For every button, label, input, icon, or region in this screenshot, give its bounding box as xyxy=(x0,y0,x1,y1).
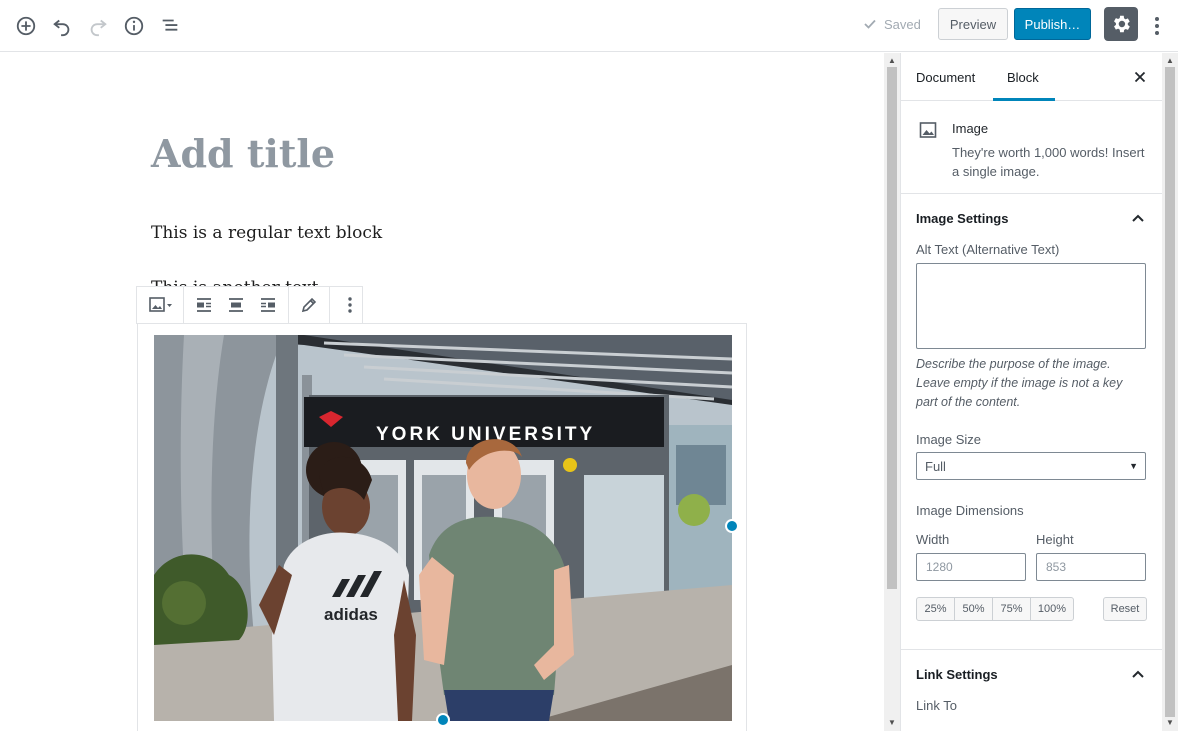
align-center-button[interactable] xyxy=(220,287,252,323)
scale-25-button[interactable]: 25% xyxy=(917,598,955,620)
scroll-up-icon[interactable]: ▲ xyxy=(1166,56,1174,65)
image-icon xyxy=(149,297,172,312)
editor-canvas[interactable]: Add title This is a regular text block T… xyxy=(0,53,884,731)
tab-block[interactable]: Block xyxy=(993,53,1055,101)
block-toolbar xyxy=(136,286,363,324)
undo-icon[interactable] xyxy=(48,12,76,40)
block-card: Image They're worth 1,000 words! Insert … xyxy=(901,101,1162,194)
align-left-button[interactable] xyxy=(188,287,220,323)
preview-button[interactable]: Preview xyxy=(938,8,1008,40)
image-dimensions-label: Image Dimensions xyxy=(916,503,1024,518)
sidebar-tabs: Document Block xyxy=(901,53,1162,101)
info-icon[interactable] xyxy=(120,12,148,40)
height-input[interactable]: 853 xyxy=(1036,553,1146,581)
scroll-up-icon[interactable]: ▲ xyxy=(888,56,896,65)
image-settings-heading: Image Settings xyxy=(916,210,1009,226)
scale-75-button[interactable]: 75% xyxy=(993,598,1031,620)
image-size-label: Image Size xyxy=(916,432,982,447)
pencil-icon xyxy=(301,297,317,313)
align-right-icon xyxy=(261,298,275,312)
more-options-button[interactable] xyxy=(1146,12,1168,40)
scale-50-button[interactable]: 50% xyxy=(955,598,993,620)
width-input[interactable]: 1280 xyxy=(916,553,1026,581)
post-title-input[interactable]: Add title xyxy=(151,131,335,176)
shirt-text: adidas xyxy=(324,605,378,624)
close-icon xyxy=(1134,71,1146,83)
block-card-description: They're worth 1,000 words! Insert a sing… xyxy=(952,145,1145,179)
editor-header: Saved Preview Publish… xyxy=(0,0,1178,52)
image-size-select[interactable]: Full ▼ xyxy=(916,452,1146,480)
reset-dimensions-button[interactable]: Reset xyxy=(1103,597,1147,621)
image-settings-toggle[interactable]: Image Settings xyxy=(901,194,1162,242)
tab-document[interactable]: Document xyxy=(916,53,975,101)
chevron-up-icon xyxy=(1132,670,1144,678)
edit-image-button[interactable] xyxy=(293,287,325,323)
image-settings-panel: Alt Text (Alternative Text) Describe the… xyxy=(901,242,1162,621)
height-label: Height xyxy=(1036,532,1074,547)
link-settings-heading: Link Settings xyxy=(916,666,998,682)
image-photo[interactable]: YORK UNIVERSITY adidas xyxy=(154,335,732,721)
block-card-title: Image xyxy=(952,121,989,136)
scroll-down-icon[interactable]: ▼ xyxy=(1166,718,1174,727)
scale-buttons-row: 25% 50% 75% 100% Reset xyxy=(916,597,1147,621)
sidebar-scroll-thumb[interactable] xyxy=(1165,67,1175,717)
align-right-button[interactable] xyxy=(252,287,284,323)
dropdown-arrow-icon: ▼ xyxy=(1129,461,1138,471)
saved-label: Saved xyxy=(884,16,921,32)
more-vertical-icon xyxy=(348,297,352,313)
settings-sidebar: Document Block Image They're worth 1,000… xyxy=(900,53,1162,731)
redo-icon[interactable] xyxy=(84,12,112,40)
alt-text-input[interactable] xyxy=(916,263,1146,349)
scale-100-button[interactable]: 100% xyxy=(1031,598,1073,620)
publish-button[interactable]: Publish… xyxy=(1014,8,1091,40)
link-settings-toggle[interactable]: Link Settings xyxy=(901,650,1162,698)
check-icon xyxy=(864,19,876,29)
resize-handle-bottom[interactable] xyxy=(436,713,450,727)
editor-scrollbar[interactable]: ▲ ▼ xyxy=(884,53,900,731)
resize-handle-right[interactable] xyxy=(725,519,739,533)
outline-icon[interactable] xyxy=(156,12,184,40)
image-size-value: Full xyxy=(925,458,946,474)
link-to-label: Link To xyxy=(916,698,957,713)
sidebar-scrollbar[interactable]: ▲ ▼ xyxy=(1162,53,1178,731)
align-left-icon xyxy=(197,298,211,312)
scroll-down-icon[interactable]: ▼ xyxy=(888,718,896,727)
align-center-icon xyxy=(229,298,243,312)
block-more-options-button[interactable] xyxy=(334,287,366,323)
editor-scroll-thumb[interactable] xyxy=(887,67,897,589)
gear-icon xyxy=(1114,15,1130,33)
alt-text-help: Describe the purpose of the image. Leave… xyxy=(916,357,1123,409)
saved-status: Saved xyxy=(862,16,921,32)
image-icon xyxy=(919,122,937,138)
chevron-up-icon xyxy=(1132,214,1144,222)
alt-text-label: Alt Text (Alternative Text) xyxy=(916,242,1060,257)
width-label: Width xyxy=(916,532,950,547)
block-type-switcher[interactable] xyxy=(141,287,179,323)
paragraph-block[interactable]: This is a regular text block xyxy=(151,223,382,243)
add-block-icon[interactable] xyxy=(12,12,40,40)
more-vertical-icon xyxy=(1155,17,1159,35)
scale-button-group: 25% 50% 75% 100% xyxy=(916,597,1074,621)
close-sidebar-button[interactable] xyxy=(1130,67,1150,87)
settings-button[interactable] xyxy=(1104,7,1138,41)
